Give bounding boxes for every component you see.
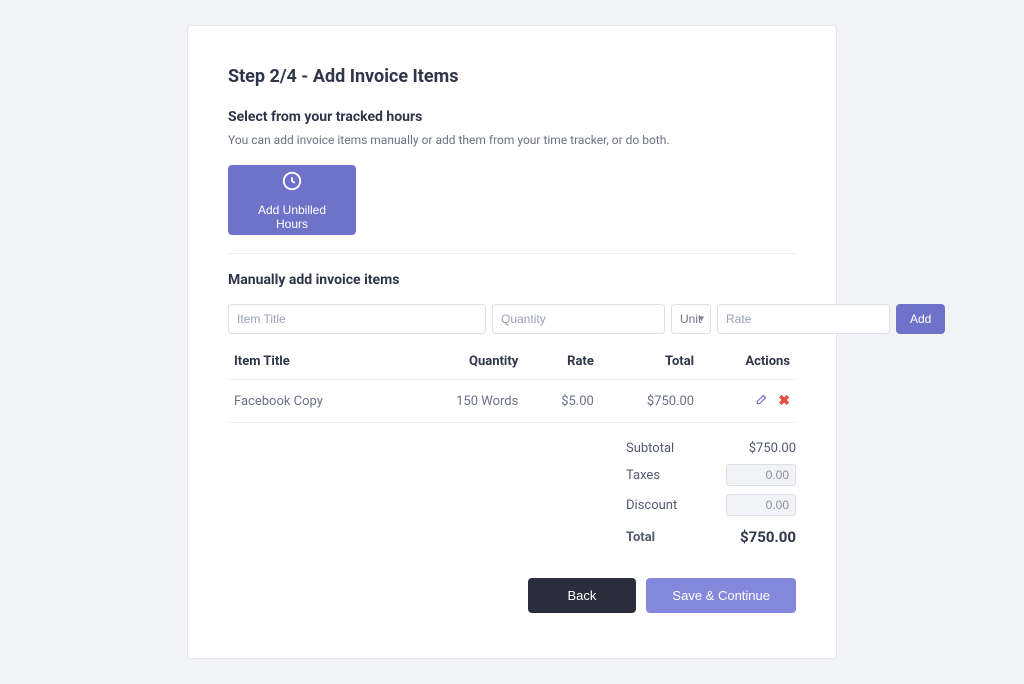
unit-select-wrap: Unit ▾: [671, 304, 711, 334]
manual-heading: Manually add invoice items: [228, 272, 796, 288]
item-title-input[interactable]: [228, 304, 486, 334]
discount-row: Discount: [626, 490, 796, 520]
col-actions: Actions: [700, 344, 796, 380]
footer-buttons: Back Save & Continue: [228, 578, 796, 613]
edit-icon[interactable]: [755, 392, 769, 410]
tracked-description: You can add invoice items manually or ad…: [228, 133, 796, 147]
subtotal-value: $750.00: [749, 441, 796, 456]
rate-input[interactable]: [717, 304, 890, 334]
table-header-row: Item Title Quantity Rate Total Actions: [228, 344, 796, 380]
col-rate: Rate: [524, 344, 600, 380]
save-continue-button[interactable]: Save & Continue: [646, 578, 796, 613]
invoice-items-card: Step 2/4 - Add Invoice Items Select from…: [187, 25, 837, 659]
cell-rate: $5.00: [524, 380, 600, 423]
divider: [228, 253, 796, 254]
taxes-row: Taxes: [626, 460, 796, 490]
total-row: Total $750.00: [626, 520, 796, 550]
items-table: Item Title Quantity Rate Total Actions F…: [228, 344, 796, 423]
unit-select[interactable]: Unit: [671, 304, 711, 334]
col-title: Item Title: [228, 344, 399, 380]
clock-icon: [281, 170, 303, 203]
discount-input[interactable]: [726, 494, 796, 516]
table-row: Facebook Copy 150 Words $5.00 $750.00 ✖: [228, 380, 796, 423]
tracked-heading: Select from your tracked hours: [228, 109, 796, 125]
taxes-input[interactable]: [726, 464, 796, 486]
add-unbilled-hours-button[interactable]: Add Unbilled Hours: [228, 165, 356, 235]
discount-label: Discount: [626, 498, 677, 513]
delete-icon[interactable]: ✖: [778, 393, 790, 409]
subtotal-label: Subtotal: [626, 441, 674, 456]
total-label: Total: [626, 530, 655, 545]
col-quantity: Quantity: [399, 344, 525, 380]
total-value: $750.00: [740, 528, 796, 546]
cell-actions: ✖: [700, 380, 796, 423]
taxes-label: Taxes: [626, 468, 660, 483]
page-title: Step 2/4 - Add Invoice Items: [228, 66, 796, 87]
cell-total: $750.00: [600, 380, 700, 423]
col-total: Total: [600, 344, 700, 380]
back-button[interactable]: Back: [528, 578, 637, 613]
add-unbilled-hours-label: Add Unbilled Hours: [248, 203, 336, 231]
subtotal-row: Subtotal $750.00: [626, 437, 796, 460]
quantity-input[interactable]: [492, 304, 665, 334]
manual-input-row: Unit ▾ Add: [228, 304, 796, 334]
cell-quantity: 150 Words: [399, 380, 525, 423]
summary-box: Subtotal $750.00 Taxes Discount Total $7…: [626, 437, 796, 550]
cell-title: Facebook Copy: [228, 380, 399, 423]
add-item-button[interactable]: Add: [896, 304, 945, 334]
